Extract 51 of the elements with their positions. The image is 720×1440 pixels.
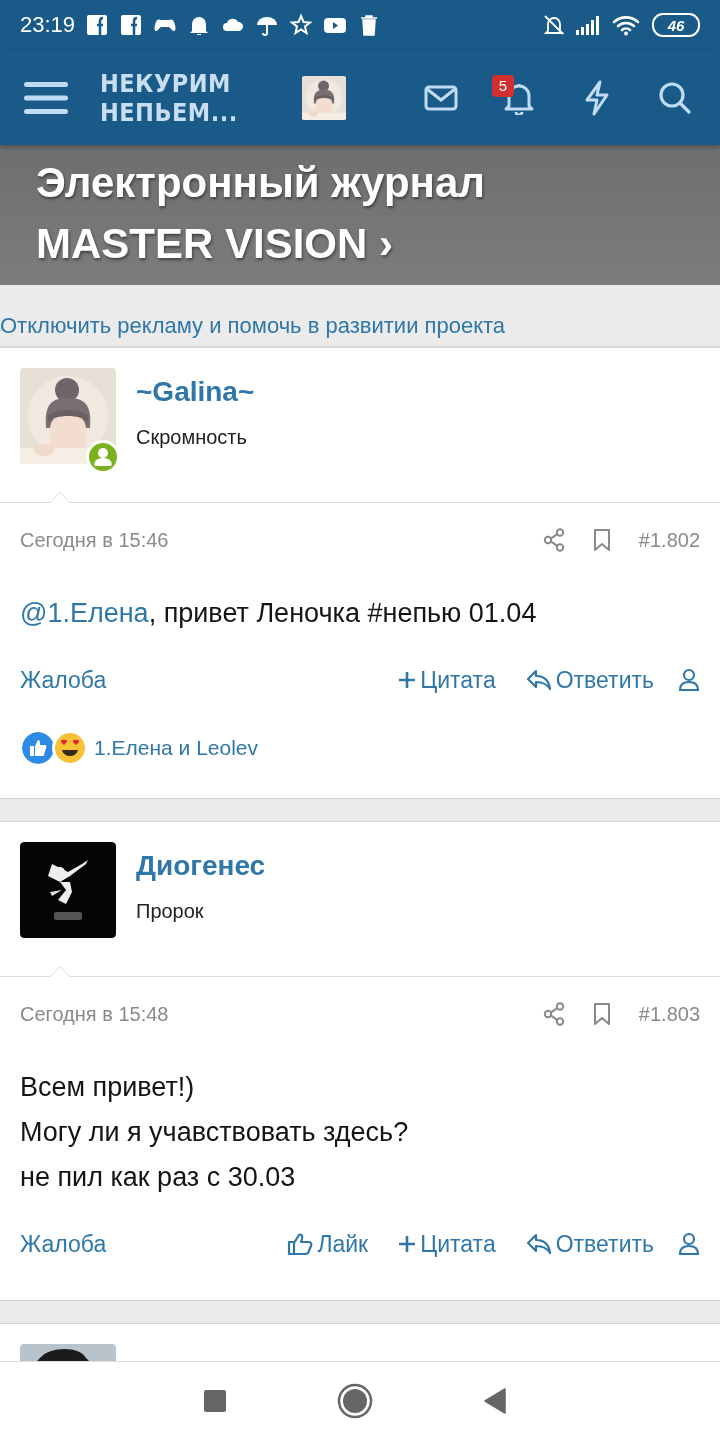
post-message: Всем привет!) Могу ли я учавствовать здесь? не пил как раз с 30.03: [19, 1071, 410, 1194]
username-link[interactable]: ~Galina~: [136, 376, 255, 408]
user-title: Пророк: [136, 900, 205, 923]
mention-link[interactable]: @1.Елена: [20, 598, 149, 628]
report-link[interactable]: Жалоба: [20, 1230, 107, 1258]
reply-icon: [525, 1233, 552, 1255]
menu-icon[interactable]: [24, 79, 68, 116]
home-button[interactable]: [337, 1383, 373, 1419]
bookmark-icon[interactable]: [592, 1002, 611, 1026]
bookmark-icon[interactable]: [592, 528, 611, 552]
notification-badge: 5: [492, 74, 514, 97]
reply-icon: [525, 669, 552, 691]
user-icon[interactable]: [678, 1232, 700, 1256]
user-icon[interactable]: [678, 668, 700, 692]
reactions-link[interactable]: 1.Елена и Leolev: [94, 736, 258, 760]
app-icon: [119, 13, 144, 37]
like-reaction-icon: [20, 730, 56, 766]
quote-button[interactable]: Цитата: [398, 666, 496, 694]
post-message: @1.Елена, привет Леночка #непью 01.04: [19, 597, 538, 630]
post-number-link[interactable]: #1.803: [638, 1002, 700, 1026]
app-icon: [85, 13, 110, 37]
share-icon[interactable]: [542, 1002, 565, 1026]
mail-icon[interactable]: [424, 84, 458, 111]
banner-link[interactable]: Электронный журнал MASTER VISION ›: [0, 145, 720, 285]
thumbs-up-icon: [287, 1232, 314, 1256]
report-link[interactable]: Жалоба: [20, 666, 107, 694]
share-icon[interactable]: [542, 528, 565, 552]
wifi-icon: [612, 14, 642, 36]
search-icon[interactable]: [658, 80, 692, 115]
post-date: Сегодня в 15:46: [20, 528, 169, 552]
user-title: Скромность: [136, 426, 248, 449]
reply-button[interactable]: Ответить: [525, 666, 654, 694]
star-icon: [289, 13, 314, 37]
like-button[interactable]: Лайк: [287, 1230, 369, 1258]
battery-icon: 46: [652, 13, 700, 37]
clock: 23:19: [20, 12, 76, 38]
lightning-icon[interactable]: [583, 79, 611, 116]
site-logo[interactable]: НЕКУРИМ НЕПЬЕМ...: [100, 68, 238, 127]
heart-eyes-emoji-icon: [52, 730, 88, 766]
bell-off-icon: [542, 13, 566, 37]
reply-button[interactable]: Ответить: [525, 1230, 654, 1258]
recent-apps-button[interactable]: [203, 1389, 227, 1413]
plus-icon: [398, 1235, 417, 1253]
remove-ads-link[interactable]: Отключить рекламу и помочь в развитии проекта: [0, 313, 506, 338]
username-link[interactable]: Диогенес: [136, 850, 266, 882]
post-number-link[interactable]: #1.802: [638, 528, 700, 552]
post-date: Сегодня в 15:48: [20, 1002, 169, 1026]
signal-icon: [576, 14, 602, 36]
back-button[interactable]: [483, 1388, 507, 1414]
quote-button[interactable]: Цитата: [398, 1230, 496, 1258]
plus-icon: [398, 671, 417, 689]
